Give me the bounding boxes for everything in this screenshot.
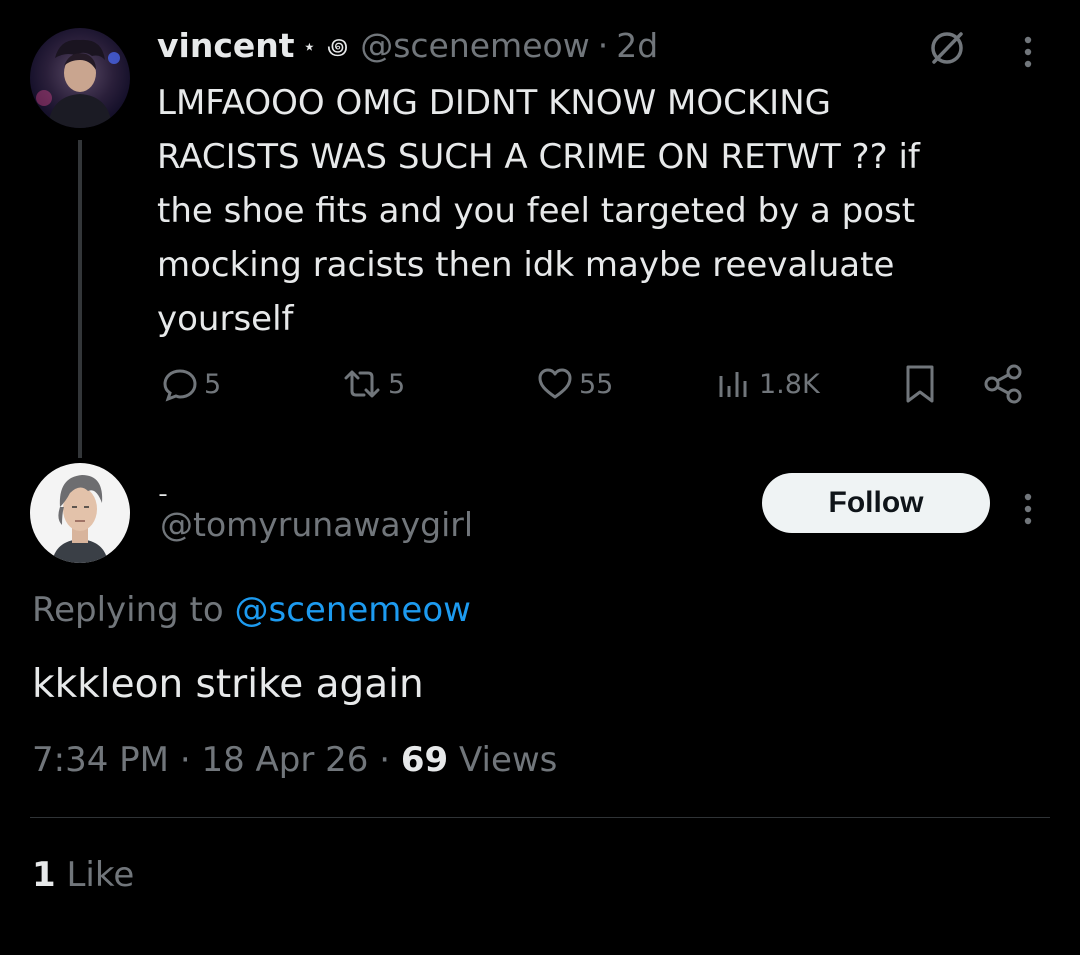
separator: ·	[597, 25, 609, 65]
likes-summary[interactable]: 1 Like	[32, 855, 134, 895]
reply-icon	[163, 369, 197, 402]
views-count: 69	[400, 740, 449, 780]
like-count: 55	[579, 368, 614, 400]
post-time[interactable]: 7:34 PM	[32, 740, 169, 780]
repost-count: 5	[388, 368, 406, 400]
display-name[interactable]: vincent	[157, 26, 295, 65]
avatar[interactable]	[30, 463, 130, 563]
repost-button[interactable]: 5	[340, 360, 405, 408]
likes-label: Like	[66, 855, 135, 895]
post-header: vincent ⋆ ꩜ @scenemeow · 2d	[157, 22, 658, 68]
bookmark-icon	[906, 365, 934, 403]
user-handle[interactable]: @scenemeow	[360, 26, 590, 65]
user-handle[interactable]: @tomyrunawaygirl	[160, 505, 473, 544]
divider	[30, 817, 1050, 818]
like-button[interactable]: 55	[535, 360, 613, 408]
display-name[interactable]: ˍ	[157, 470, 169, 498]
more-icon[interactable]	[1020, 30, 1036, 78]
name-badge: ⋆ ꩜	[302, 34, 351, 60]
post-actions: 5 5 55 1.8K	[160, 360, 1040, 408]
avatar[interactable]	[30, 28, 130, 128]
like-icon	[538, 368, 572, 399]
follow-button[interactable]: Follow	[762, 473, 990, 533]
reply-button[interactable]: 5	[160, 360, 221, 408]
views-icon	[719, 372, 747, 397]
views-count: 1.8K	[759, 368, 820, 400]
replying-prefix: Replying to	[32, 590, 224, 630]
reply-count: 5	[204, 368, 222, 400]
thread-line	[78, 140, 82, 458]
post-text: LMFAOOO OMG DIDNT KNOW MOCKING RACISTS W…	[157, 83, 920, 339]
bookmark-button[interactable]	[900, 360, 944, 408]
separator: ·	[379, 740, 391, 780]
repost-icon	[344, 370, 380, 398]
separator: ·	[179, 740, 191, 780]
share-button[interactable]	[982, 360, 1030, 408]
views-button[interactable]: 1.8K	[715, 360, 820, 408]
replying-to: Replying to @scenemeow	[32, 590, 471, 630]
share-icon	[984, 364, 1022, 404]
more-icon[interactable]	[1020, 487, 1036, 535]
mention-link[interactable]: @scenemeow	[235, 590, 471, 630]
post-meta: 7:34 PM · 18 Apr 26 · 69 Views	[32, 740, 557, 780]
reply-text: kkkleon strike again	[32, 662, 424, 707]
post-time[interactable]: 2d	[616, 26, 658, 65]
grok-icon[interactable]	[925, 26, 969, 74]
post-date[interactable]: 18 Apr 26	[201, 740, 368, 780]
likes-count: 1	[32, 855, 56, 895]
views-label: Views	[458, 740, 558, 780]
